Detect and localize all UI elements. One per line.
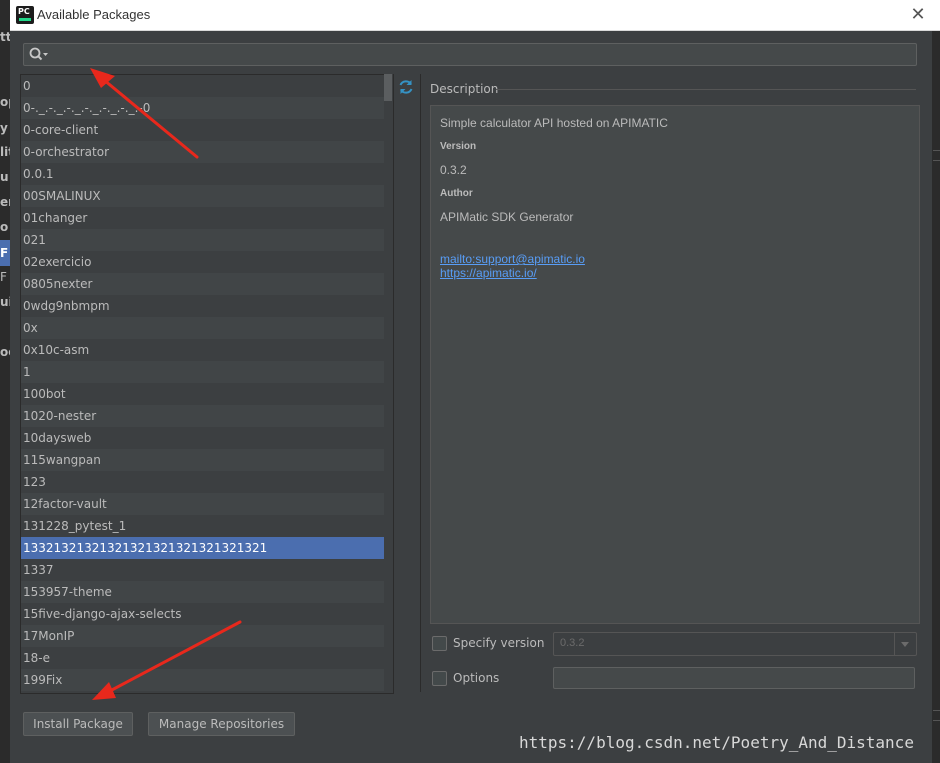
package-summary: Simple calculator API hosted on APIMATIC (440, 116, 668, 130)
package-list-item[interactable]: 02exercicio (21, 251, 393, 273)
close-icon[interactable]: ✕ (908, 5, 928, 25)
package-list-item[interactable]: 0 (21, 75, 393, 97)
description-section-label: Description (430, 82, 499, 96)
package-list-item[interactable]: 0wdg9nbmpm (21, 295, 393, 317)
package-list-item[interactable]: 0.0.1 (21, 163, 393, 185)
description-separator (496, 89, 916, 90)
package-list-item[interactable]: 18-e (21, 647, 393, 669)
package-list-item[interactable]: 17MonIP (21, 625, 393, 647)
package-search-box[interactable] (23, 43, 917, 66)
search-icon[interactable] (28, 46, 50, 62)
email-link[interactable]: mailto:support@apimatic.io (440, 252, 585, 266)
package-list-item[interactable]: 13321321321321321321321321321321 (21, 537, 393, 559)
package-list-item[interactable]: 1020-nester (21, 405, 393, 427)
specify-version-label: Specify version (453, 636, 545, 650)
scrollbar-thumb[interactable] (384, 74, 392, 101)
background-text-fragment: tt (0, 30, 10, 44)
background-text-fragment: y (0, 121, 8, 135)
options-label: Options (453, 671, 500, 685)
background-text-fragment: op (0, 95, 10, 109)
options-input[interactable] (553, 667, 915, 689)
package-list-item[interactable]: 15five-django-ajax-selects (21, 603, 393, 625)
options-checkbox[interactable] (432, 671, 447, 686)
specify-version-checkbox[interactable] (432, 636, 447, 651)
background-text-fragment: ui (0, 295, 10, 309)
app-icon-letters: PC (18, 7, 30, 16)
background-divider (932, 160, 940, 161)
search-input[interactable] (52, 45, 907, 63)
dialog-titlebar[interactable]: PC Available Packages ✕ (10, 0, 940, 31)
package-list-item[interactable]: 199Fix (21, 669, 393, 691)
background-text-fragment: u (0, 170, 9, 184)
description-panel: Simple calculator API hosted on APIMATIC… (430, 105, 920, 624)
package-list-item[interactable]: 123 (21, 471, 393, 493)
package-list-item[interactable]: 0-core-client (21, 119, 393, 141)
package-list-item[interactable]: 153957-theme (21, 581, 393, 603)
watermark-text: https://blog.csdn.net/Poetry_And_Distanc… (519, 733, 914, 752)
version-dropdown-value: 0.3.2 (560, 637, 585, 649)
background-ide-strip: tt op y lit u er o F F ui oc (0, 0, 10, 763)
background-text-fragment: F (0, 246, 9, 260)
package-list-item[interactable]: 00SMALINUX (21, 185, 393, 207)
package-list-item[interactable]: 01changer (21, 207, 393, 229)
package-list-item[interactable]: 0x (21, 317, 393, 339)
dialog-title: Available Packages (37, 7, 151, 22)
list-toolbar (394, 74, 421, 692)
package-list[interactable]: 0 0-._.-._.-._.-._.-._.-._.-0 0-core-clien… (20, 74, 394, 694)
package-list-item[interactable]: 100bot (21, 383, 393, 405)
homepage-link[interactable]: https://apimatic.io/ (440, 266, 537, 280)
background-divider (932, 720, 940, 721)
package-list-item[interactable]: 0x10c-asm (21, 339, 393, 361)
background-text-fragment: lit (0, 145, 10, 159)
package-list-item[interactable]: 10daysweb (21, 427, 393, 449)
package-list-item[interactable]: 12factor-vault (21, 493, 393, 515)
chevron-down-icon[interactable] (894, 633, 916, 655)
version-dropdown[interactable]: 0.3.2 (553, 632, 917, 656)
author-value: APIMatic SDK Generator (440, 210, 574, 224)
version-heading: Version (440, 141, 477, 152)
background-ide-right-strip (932, 30, 940, 763)
package-list-item[interactable]: 1 (21, 361, 393, 383)
pycharm-app-icon: PC (16, 6, 34, 24)
available-packages-dialog: PC Available Packages ✕ 0 0-._.-._.-._.-.… (10, 0, 940, 757)
version-value: 0.3.2 (440, 163, 467, 177)
package-list-scrollbar[interactable] (384, 74, 393, 692)
background-text-fragment: o (0, 220, 9, 234)
background-text-fragment: oc (0, 345, 10, 359)
package-list-item[interactable]: 1337 (21, 559, 393, 581)
package-list-item[interactable]: 0-orchestrator (21, 141, 393, 163)
manage-repositories-button[interactable]: Manage Repositories (148, 712, 295, 736)
package-list-item[interactable]: 021 (21, 229, 393, 251)
package-list-item[interactable]: 131228_pytest_1 (21, 515, 393, 537)
package-list-item[interactable]: 0805nexter (21, 273, 393, 295)
install-package-button[interactable]: Install Package (23, 712, 133, 736)
refresh-icon[interactable] (397, 78, 415, 96)
background-text-fragment: F (0, 270, 7, 284)
package-list-item[interactable]: 0-._.-._.-._.-._.-._.-._.-0 (21, 97, 393, 119)
package-list-item[interactable]: 115wangpan (21, 449, 393, 471)
background-divider (932, 710, 940, 711)
background-divider (932, 150, 940, 151)
background-text-fragment: er (0, 195, 10, 209)
author-heading: Author (440, 188, 473, 199)
